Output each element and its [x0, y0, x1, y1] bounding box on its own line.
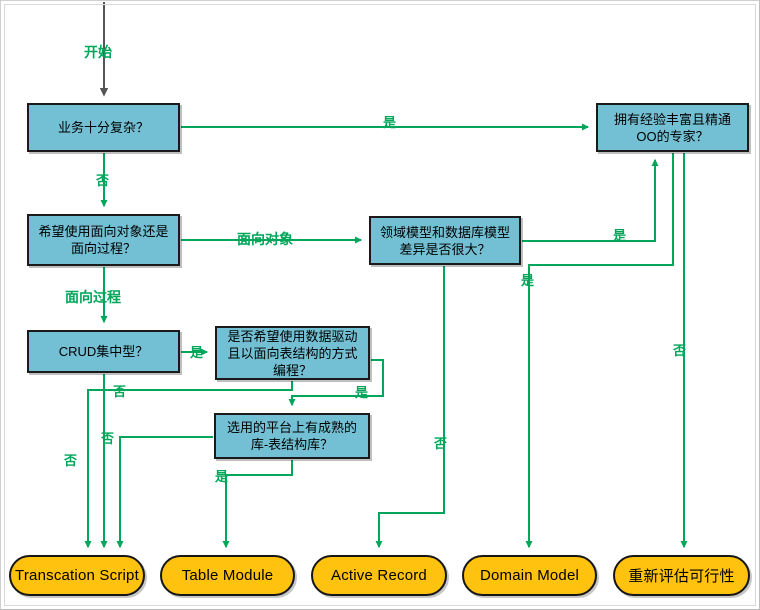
edge-label-data-driven-yes: 是: [355, 385, 369, 400]
terminal-reevaluate-feasibility[interactable]: 重新评估可行性: [613, 555, 750, 596]
decision-oo-expert[interactable]: 拥有经验丰富且精通 OO的专家？: [596, 103, 749, 152]
terminal-transcation-script-label: Transcation Script: [15, 567, 139, 584]
decision-business-complex[interactable]: 业务十分复杂？: [27, 103, 180, 152]
edge-label-business-complex-yes: 是: [383, 115, 397, 130]
decision-domain-vs-db-model[interactable]: 领域模型和数据库模型 差异是否很大？: [369, 216, 521, 265]
edge-label-domain-diff-no: 否: [434, 436, 448, 451]
terminal-domain-model-label: Domain Model: [479, 567, 580, 584]
edge-label-lib-no: 否: [64, 453, 78, 468]
edge-lib-yes-to-table-module: [222, 460, 293, 549]
edge-lib-no-to-transcation-script: [116, 436, 213, 549]
terminal-active-record[interactable]: Active Record: [311, 555, 447, 596]
decision-crud-centric[interactable]: CRUD集中型？: [27, 330, 180, 373]
edge-label-lib-yes: 是: [215, 469, 229, 484]
decision-oo-or-procedural-label: 希望使用面向对象还是 面向过程？: [38, 224, 169, 256]
terminal-transcation-script[interactable]: Transcation Script: [9, 555, 145, 596]
edge-label-business-complex-no: 否: [96, 173, 110, 188]
decision-data-driven-table-oriented-label: 是否希望使用数据驱动 且以面向表结构的方式 编程？: [227, 328, 358, 378]
terminal-reevaluate-feasibility-label: 重新评估可行性: [628, 568, 735, 585]
edge-label-oo-choice-object: 面向对象: [237, 231, 293, 247]
edge-label-crud-no: 否: [113, 384, 127, 399]
edge-label-domain-diff-yes: 是: [613, 228, 627, 243]
decision-data-driven-table-oriented[interactable]: 是否希望使用数据驱动 且以面向表结构的方式 编程？: [215, 326, 370, 380]
edge-label-start: 开始: [84, 44, 112, 60]
flowchart-edges: [84, 2, 688, 549]
edge-data-driven-no-to-transcation-script: [84, 381, 293, 549]
decision-domain-vs-db-model-label: 领域模型和数据库模型 差异是否很大？: [379, 224, 510, 257]
decision-oo-or-procedural[interactable]: 希望使用面向对象还是 面向过程？: [27, 214, 180, 266]
decision-crud-centric-label: CRUD集中型？: [58, 344, 149, 359]
edge-label-oo-choice-procedural: 面向过程: [65, 289, 121, 305]
edge-expert-yes-to-domain-model: [525, 153, 674, 549]
terminal-table-module-label: Table Module: [181, 567, 274, 584]
edge-domain-diff-no-to-active-record: [375, 266, 445, 549]
edge-label-data-driven-no: 否: [101, 431, 115, 446]
edge-label-expert-yes: 是: [521, 273, 535, 288]
edge-label-crud-yes: 是: [190, 345, 204, 360]
terminal-table-module[interactable]: Table Module: [160, 555, 295, 596]
decision-mature-record-set-lib-label: 选用的平台上有成熟的 库-表结构库？: [226, 420, 357, 452]
edge-domain-diff-yes-to-expert: [522, 158, 659, 242]
flowchart-canvas: 业务十分复杂？ 希望使用面向对象还是 面向过程？ 拥有经验丰富且精通 OO的专家？ …: [0, 0, 760, 610]
decision-business-complex-label: 业务十分复杂？: [57, 120, 149, 135]
terminal-active-record-label: Active Record: [331, 567, 427, 584]
decision-oo-expert-label: 拥有经验丰富且精通 OO的专家？: [613, 111, 731, 144]
decision-mature-record-set-lib[interactable]: 选用的平台上有成熟的 库-表结构库？: [214, 413, 370, 459]
edge-label-expert-no: 否: [673, 343, 687, 358]
terminal-domain-model[interactable]: Domain Model: [462, 555, 597, 596]
